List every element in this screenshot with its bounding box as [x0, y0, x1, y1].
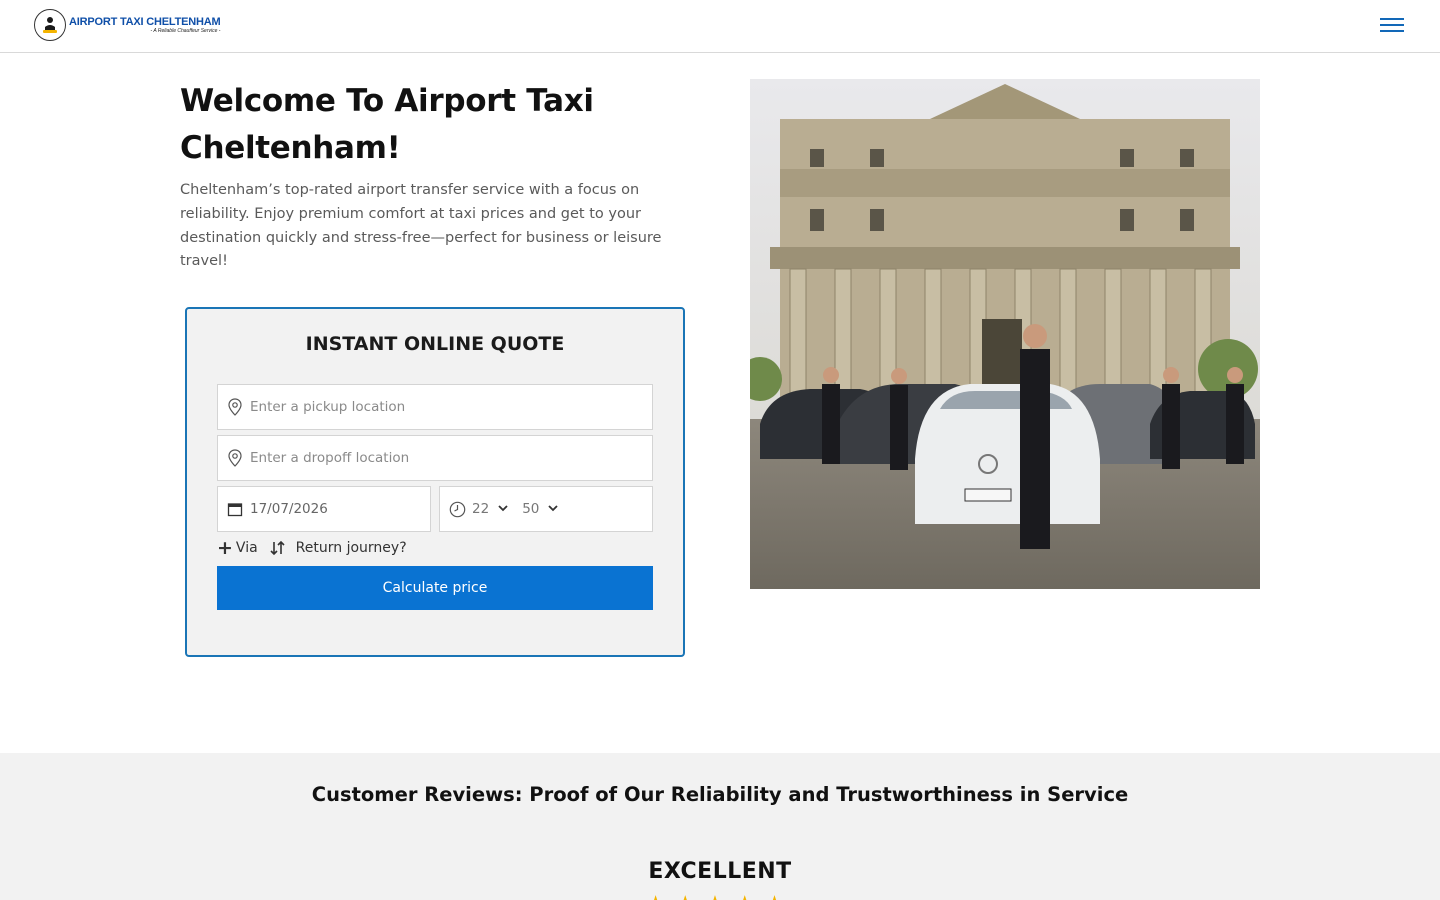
chauffeur-logo-icon: [34, 9, 66, 41]
dropoff-field[interactable]: [217, 435, 653, 481]
date-value: 17/07/2026: [250, 501, 328, 517]
plus-icon: +: [217, 537, 233, 559]
chevron-down-icon: [498, 504, 508, 515]
pickup-input[interactable]: [250, 399, 610, 415]
minute-value: 50: [522, 501, 540, 517]
hamburger-menu-icon[interactable]: [1380, 18, 1404, 34]
swap-arrows-icon: [270, 540, 286, 556]
site-header: AIRPORT TAXI CHELTENHAM - A Reliable Cha…: [0, 0, 1440, 53]
journey-options: + Via Return journey?: [217, 537, 407, 559]
chevron-down-icon: [548, 504, 559, 515]
clock-icon: [448, 500, 466, 518]
rating-label: EXCELLENT: [648, 859, 792, 884]
star-rating-icon: ★★★★★: [0, 891, 1440, 900]
minute-select[interactable]: 50: [522, 501, 559, 517]
hero-photo-chauffeurs-and-cars: [750, 79, 1260, 589]
return-journey-label: Return journey?: [295, 540, 407, 556]
reviews-heading: Customer Reviews: Proof of Our Reliabili…: [311, 783, 1129, 806]
calendar-icon: [226, 500, 244, 518]
location-pin-icon: [226, 398, 244, 416]
add-via-button[interactable]: + Via: [217, 537, 258, 559]
quote-form-title: INSTANT ONLINE QUOTE: [305, 333, 565, 355]
calculate-price-button[interactable]: Calculate price: [217, 566, 653, 610]
hero-description: Cheltenham’s top-rated airport transfer …: [180, 182, 662, 270]
time-field: 22 50: [439, 486, 653, 532]
location-pin-icon: [226, 449, 244, 467]
pickup-field[interactable]: [217, 384, 653, 430]
page-title: Welcome To Airport Taxi Cheltenham!: [180, 83, 594, 166]
dropoff-input[interactable]: [250, 450, 610, 466]
logo-tagline: - A Reliable Chauffeur Service -: [150, 27, 221, 34]
logo-title: AIRPORT TAXI CHELTENHAM: [69, 15, 221, 28]
customer-reviews-section: Customer Reviews: Proof of Our Reliabili…: [0, 753, 1440, 900]
via-label: Via: [235, 540, 258, 556]
hour-select[interactable]: 22: [472, 501, 508, 517]
date-field[interactable]: 17/07/2026: [217, 486, 431, 532]
return-journey-toggle[interactable]: Return journey?: [270, 540, 407, 556]
site-logo[interactable]: AIRPORT TAXI CHELTENHAM - A Reliable Cha…: [34, 9, 221, 41]
quote-form: INSTANT ONLINE QUOTE 17/07/2026 22 50: [185, 307, 685, 657]
hour-value: 22: [472, 501, 490, 517]
